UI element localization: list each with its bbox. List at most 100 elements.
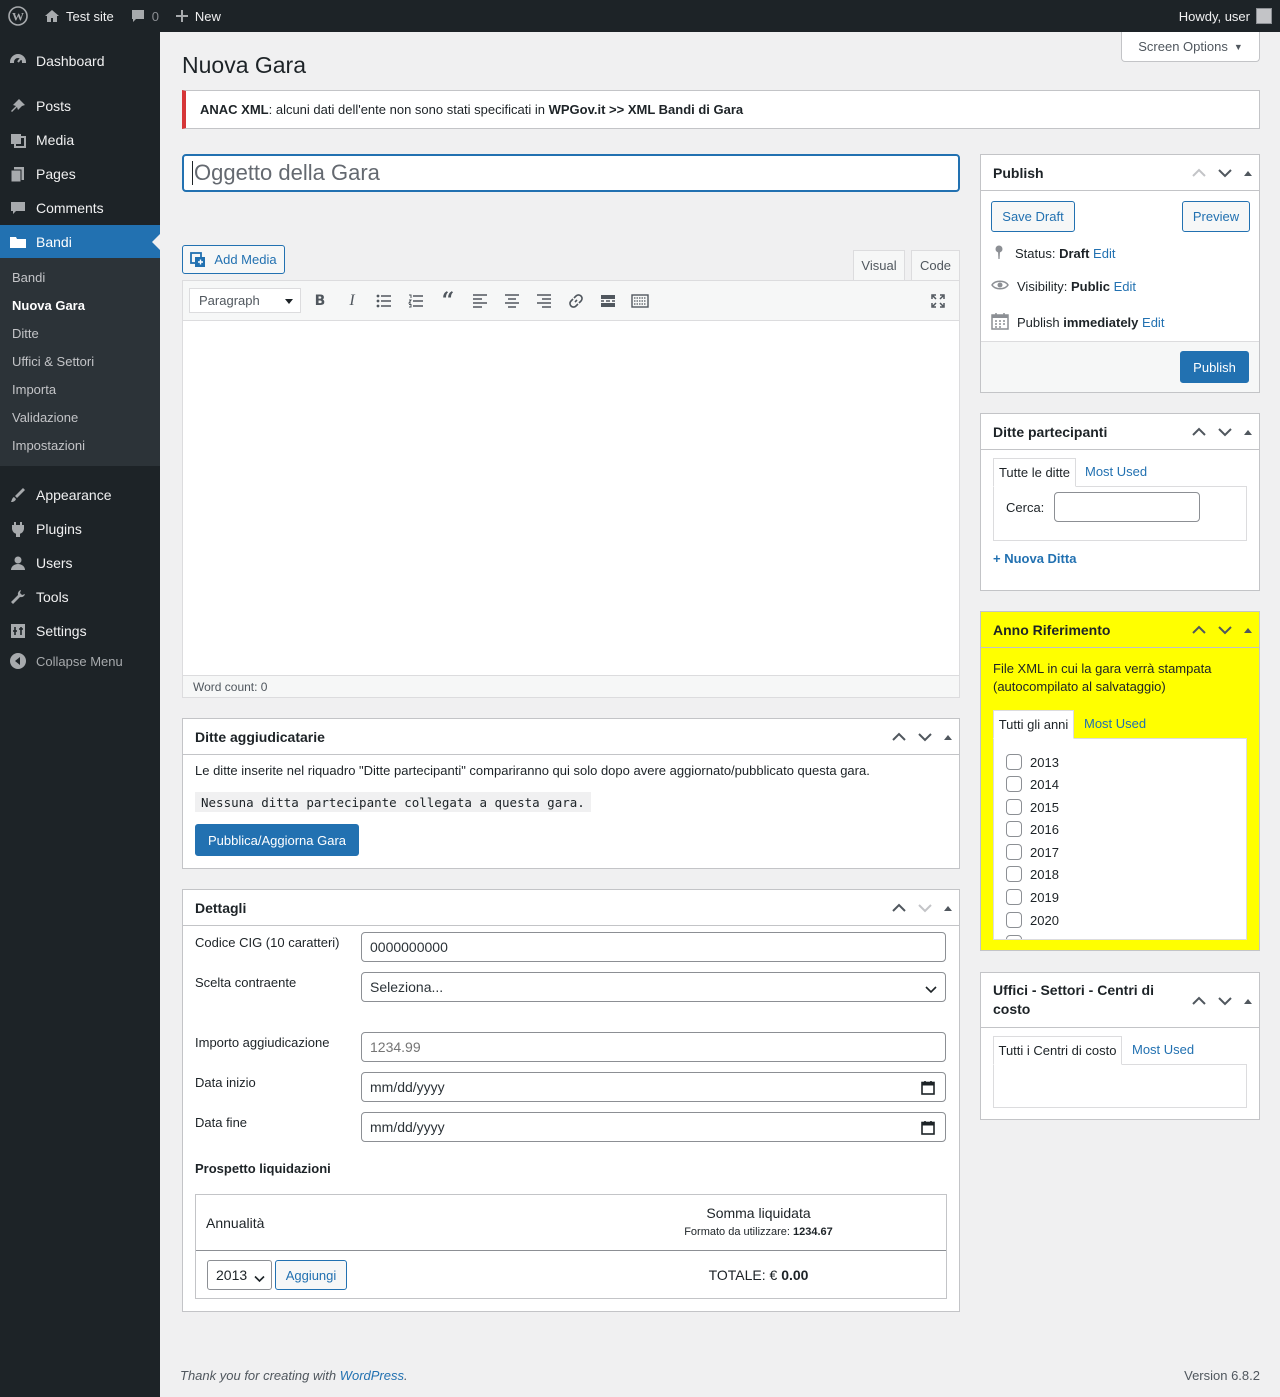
cerca-input[interactable] [1054,492,1200,522]
menu-appearance[interactable]: Appearance [0,478,160,512]
save-draft-button[interactable]: Save Draft [991,201,1075,232]
align-right-icon[interactable] [534,291,554,311]
year-checkbox-row[interactable]: 2018 [1006,866,1059,882]
menu-tools[interactable]: Tools [0,580,160,614]
year-checkbox[interactable] [1006,866,1022,882]
comments-link[interactable]: 0 [122,0,167,32]
move-down-icon[interactable] [1217,427,1233,437]
move-down-icon[interactable] [1217,168,1233,178]
screen-options-button[interactable]: Screen Options ▼ [1121,32,1260,62]
edit-visibility-link[interactable]: Edit [1114,279,1136,294]
year-checkbox[interactable] [1006,889,1022,905]
submenu-item-impostazioni[interactable]: Impostazioni [12,438,85,453]
calendar-icon[interactable] [921,1120,935,1138]
wordpress-link[interactable]: WordPress [340,1368,404,1383]
wordpress-logo-icon[interactable]: W [0,0,36,32]
year-checkbox-row[interactable]: 2019 [1006,889,1059,905]
tab-tutte-le-ditte[interactable]: Tutte le ditte [993,458,1076,487]
menu-dashboard[interactable]: Dashboard [0,44,160,78]
year-checkbox[interactable] [1006,912,1022,928]
bulleted-list-icon[interactable] [374,291,394,311]
menu-posts[interactable]: Posts [0,89,160,123]
bold-icon[interactable]: B [310,291,330,311]
move-down-icon[interactable] [1217,625,1233,635]
align-left-icon[interactable] [470,291,490,311]
format-select[interactable]: Paragraph [189,288,301,313]
submenu-item-validazione[interactable]: Validazione [12,410,78,425]
toggle-panel-icon[interactable] [943,904,953,912]
year-checkbox[interactable] [1006,844,1022,860]
toggle-panel-icon[interactable] [1243,626,1253,634]
move-up-icon[interactable] [891,732,907,742]
preview-button[interactable]: Preview [1182,201,1250,232]
toggle-panel-icon[interactable] [1243,428,1253,436]
year-checkbox-row[interactable]: 2013 [1006,754,1059,770]
menu-users[interactable]: Users [0,546,160,580]
move-down-icon[interactable] [917,903,933,913]
site-name-link[interactable]: Test site [36,0,122,32]
importo-input[interactable]: 1234.99 [361,1032,946,1062]
numbered-list-icon[interactable] [406,291,426,311]
add-media-button[interactable]: Add Media [182,245,285,274]
blockquote-icon[interactable]: “ [438,288,458,314]
year-select[interactable]: 2013 [207,1260,272,1290]
year-checkbox-row-partial[interactable] [1006,935,1022,939]
submenu-item-nuova-gara[interactable]: Nuova Gara [12,298,85,313]
edit-status-link[interactable]: Edit [1093,246,1115,261]
toolbar-toggle-icon[interactable] [630,291,650,311]
calendar-icon[interactable] [921,1080,935,1098]
year-checkbox[interactable] [1006,935,1022,939]
tab-most-used[interactable]: Most Used [1085,464,1147,479]
menu-comments[interactable]: Comments [0,191,160,225]
pubblica-aggiorna-button[interactable]: Pubblica/Aggiorna Gara [195,824,359,856]
tab-tutti-centri[interactable]: Tutti i Centri di costo [993,1036,1122,1065]
move-up-icon[interactable] [1191,625,1207,635]
data-fine-input[interactable]: mm/dd/yyyy [361,1112,946,1142]
link-icon[interactable] [566,291,586,311]
read-more-icon[interactable] [598,291,618,311]
menu-settings[interactable]: Settings [0,614,160,648]
italic-icon[interactable]: I [342,291,362,311]
move-down-icon[interactable] [1217,996,1233,1006]
anni-checklist[interactable]: 2013 2014 2015 2016 2017 2018 2019 2020 [993,738,1247,940]
scelta-select[interactable]: Seleziona... [361,972,946,1002]
menu-bandi[interactable]: Bandi [0,225,160,259]
submenu-item-bandi[interactable]: Bandi [12,270,45,285]
tab-most-used[interactable]: Most Used [1132,1042,1194,1057]
tab-code[interactable]: Code [911,250,960,280]
tab-most-used[interactable]: Most Used [1084,716,1146,731]
nuova-ditta-link[interactable]: + Nuova Ditta [993,551,1076,566]
menu-media[interactable]: Media [0,123,160,157]
move-up-icon[interactable] [1191,168,1207,178]
toggle-panel-icon[interactable] [1243,997,1253,1005]
tab-visual[interactable]: Visual [853,250,905,280]
year-checkbox-row[interactable]: 2015 [1006,799,1059,815]
cig-input[interactable]: 0000000000 [361,932,946,962]
collapse-menu-button[interactable]: Collapse Menu [0,652,123,670]
submenu-item-ditte[interactable]: Ditte [12,326,39,341]
align-center-icon[interactable] [502,291,522,311]
data-inizio-input[interactable]: mm/dd/yyyy [361,1072,946,1102]
year-checkbox[interactable] [1006,821,1022,837]
fullscreen-icon[interactable] [928,291,948,311]
account-menu[interactable]: Howdy, user [1179,8,1280,24]
year-checkbox[interactable] [1006,776,1022,792]
year-checkbox[interactable] [1006,754,1022,770]
menu-pages[interactable]: Pages [0,157,160,191]
move-up-icon[interactable] [891,903,907,913]
aggiungi-button[interactable]: Aggiungi [275,1260,347,1290]
toggle-panel-icon[interactable] [943,733,953,741]
year-checkbox-row[interactable]: 2020 [1006,912,1059,928]
submenu-item-importa[interactable]: Importa [12,382,56,397]
move-down-icon[interactable] [917,732,933,742]
publish-button[interactable]: Publish [1180,351,1249,383]
submenu-item-uffici[interactable]: Uffici & Settori [12,354,94,369]
year-checkbox[interactable] [1006,799,1022,815]
move-up-icon[interactable] [1191,427,1207,437]
edit-schedule-link[interactable]: Edit [1142,315,1164,330]
year-checkbox-row[interactable]: 2016 [1006,821,1059,837]
year-checkbox-row[interactable]: 2014 [1006,776,1059,792]
tab-tutti-gli-anni[interactable]: Tutti gli anni [993,710,1074,739]
new-content-link[interactable]: New [167,0,229,32]
move-up-icon[interactable] [1191,996,1207,1006]
